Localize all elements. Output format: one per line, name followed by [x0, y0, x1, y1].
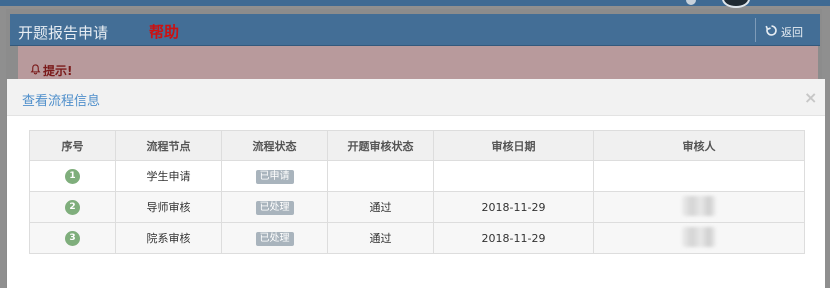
redacted-reviewer: [682, 226, 716, 247]
flow-info-dialog: 查看流程信息 × 序号 流程节点 流程状态 开题审核状态 审核日期 审核人 1 …: [7, 79, 825, 288]
column-header-review-status: 开题审核状态: [327, 130, 434, 161]
back-button-label: 返回: [781, 26, 803, 39]
bell-icon: [30, 63, 41, 78]
reviewer-cell: [593, 222, 805, 254]
table-row: 1 学生申请 已申请: [29, 160, 805, 192]
reviewer-cell: [593, 160, 805, 192]
refresh-back-icon: [765, 24, 778, 40]
table-row: 3 院系审核 已处理 通过 2018-11-29: [29, 222, 805, 254]
page-header: [10, 14, 820, 46]
dialog-header: [7, 79, 825, 116]
review-date-cell: [433, 160, 594, 192]
top-nav-bar: [0, 0, 830, 6]
status-badge: 已处理: [255, 231, 294, 246]
alert-label: 提示!: [43, 64, 73, 78]
column-header-review-date: 审核日期: [433, 130, 594, 161]
flow-node-cell: 导师审核: [115, 191, 222, 223]
alert-message: 提示!: [30, 62, 72, 79]
page-title: 开题报告申请: [18, 24, 109, 42]
review-date-cell: 2018-11-29: [433, 222, 594, 254]
user-avatar[interactable]: [722, 0, 750, 8]
help-link[interactable]: 帮助: [149, 21, 179, 42]
step-number-badge: 3: [65, 231, 80, 246]
column-header-reviewer: 审核人: [593, 130, 805, 161]
step-number-badge: 2: [65, 200, 80, 215]
header-divider: [755, 18, 756, 42]
back-button[interactable]: 返回: [765, 24, 803, 40]
table-row: 2 导师审核 已处理 通过 2018-11-29: [29, 191, 805, 223]
flow-node-cell: 学生申请: [115, 160, 222, 192]
redacted-reviewer: [682, 195, 716, 216]
reviewer-cell: [593, 191, 805, 223]
flow-table: 序号 流程节点 流程状态 开题审核状态 审核日期 审核人 1 学生申请 已申请 …: [29, 130, 805, 254]
column-header-index: 序号: [29, 130, 116, 161]
review-status-cell: 通过: [327, 191, 434, 223]
alert-box: [18, 46, 818, 82]
review-status-cell: 通过: [327, 222, 434, 254]
flow-node-cell: 院系审核: [115, 222, 222, 254]
review-date-cell: 2018-11-29: [433, 191, 594, 223]
close-icon[interactable]: ×: [804, 88, 817, 107]
table-header-row: 序号 流程节点 流程状态 开题审核状态 审核日期 审核人: [29, 130, 805, 161]
column-header-node: 流程节点: [115, 130, 222, 161]
dialog-title: 查看流程信息: [22, 94, 101, 109]
step-number-badge: 1: [65, 169, 80, 184]
status-badge: 已处理: [255, 200, 294, 215]
review-status-cell: [327, 160, 434, 192]
column-header-status: 流程状态: [221, 130, 328, 161]
status-badge: 已申请: [255, 169, 294, 184]
